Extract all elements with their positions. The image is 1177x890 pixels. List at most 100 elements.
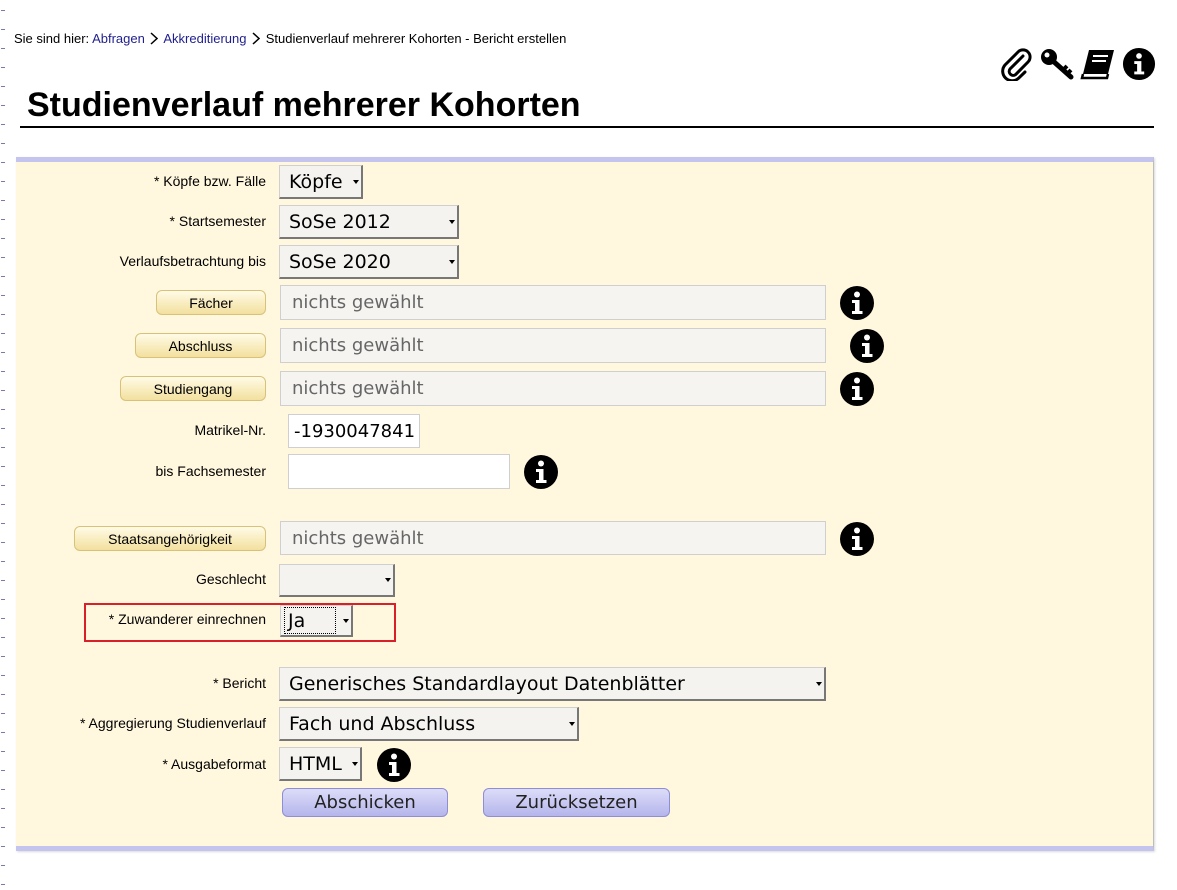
edge-dash <box>1 827 5 828</box>
zuwanderer-value: Ja <box>288 609 306 632</box>
breadcrumb-prefix: Sie sind hier: <box>14 31 90 46</box>
staatsangehoerigkeit-button[interactable]: Staatsangehörigkeit <box>74 526 266 551</box>
faecher-button[interactable]: Fächer <box>156 290 266 315</box>
edge-dash <box>1 580 5 581</box>
edge-dash <box>1 485 5 486</box>
page-title: Studienverlauf mehrerer Kohorten <box>27 86 581 124</box>
edge-dash <box>1 276 5 277</box>
edge-dash <box>1 238 5 239</box>
left-edge-markers <box>0 0 6 890</box>
bericht-value: Generisches Standardlayout Datenblätter <box>289 672 685 695</box>
edge-dash <box>1 314 5 315</box>
aggregierung-value: Fach und Abschluss <box>289 712 476 735</box>
bericht-select[interactable]: Generisches Standardlayout Datenblätter <box>279 667 826 701</box>
verlauf-bis-value: SoSe 2020 <box>289 250 391 273</box>
edge-dash <box>1 371 5 372</box>
edge-dash <box>1 504 5 505</box>
staatsangehoerigkeit-field[interactable]: nichts gewählt <box>280 521 826 555</box>
edge-dash <box>1 846 5 847</box>
ausgabeformat-select[interactable]: HTML <box>279 747 362 781</box>
info-icon[interactable] <box>523 454 559 490</box>
edge-dash <box>1 219 5 220</box>
edge-dash <box>1 181 5 182</box>
edge-dash <box>1 618 5 619</box>
koepfe-select[interactable]: Köpfe <box>279 165 363 199</box>
dropdown-arrow-icon <box>816 681 822 686</box>
zuwanderer-select[interactable]: Ja <box>280 605 353 637</box>
dropdown-arrow-icon <box>353 179 359 184</box>
startsemester-value: SoSe 2012 <box>289 210 391 233</box>
edge-dash <box>1 561 5 562</box>
bis-fachsemester-input[interactable] <box>288 454 510 489</box>
matrikel-label: Matrikel-Nr. <box>194 422 266 438</box>
breadcrumb: Sie sind hier: Abfragen Akkreditierung S… <box>14 31 566 46</box>
info-icon[interactable] <box>839 285 875 321</box>
edge-dash <box>1 105 5 106</box>
abschluss-field[interactable]: nichts gewählt <box>280 328 826 363</box>
breadcrumb-link-abfragen[interactable]: Abfragen <box>92 31 145 46</box>
edge-dash <box>1 447 5 448</box>
edge-dash <box>1 295 5 296</box>
edge-dash <box>1 789 5 790</box>
edge-dash <box>1 713 5 714</box>
edge-dash <box>1 732 5 733</box>
edge-dash <box>1 599 5 600</box>
startsemester-select[interactable]: SoSe 2012 <box>279 205 459 239</box>
ausgabeformat-label: * Ausgabeformat <box>162 756 266 772</box>
dropdown-arrow-icon <box>352 761 358 766</box>
info-icon[interactable] <box>849 328 885 364</box>
edge-dash <box>1 200 5 201</box>
edge-dash <box>1 428 5 429</box>
key-icon[interactable] <box>1039 46 1075 82</box>
verlauf-bis-label: Verlaufsbetrachtung bis <box>119 253 266 269</box>
edge-dash <box>1 48 5 49</box>
startsemester-label: * Startsemester <box>169 213 266 229</box>
abschluss-button[interactable]: Abschluss <box>135 333 266 358</box>
edge-dash <box>1 124 5 125</box>
edge-dash <box>1 694 5 695</box>
info-icon[interactable] <box>839 371 875 407</box>
faecher-field[interactable]: nichts gewählt <box>280 285 826 320</box>
info-icon[interactable] <box>376 747 412 783</box>
geschlecht-label: Geschlecht <box>195 571 266 587</box>
paperclip-icon[interactable] <box>998 46 1034 82</box>
toolbar <box>998 46 1157 82</box>
edge-dash <box>1 390 5 391</box>
edge-dash <box>1 409 5 410</box>
edge-dash <box>1 884 5 885</box>
info-icon[interactable] <box>1121 46 1157 82</box>
submit-button[interactable]: Abschicken <box>282 788 448 817</box>
edge-dash <box>1 751 5 752</box>
edge-dash <box>1 333 5 334</box>
edge-dash <box>1 542 5 543</box>
edge-dash <box>1 29 5 30</box>
bis-fachsemester-label: bis Fachsemester <box>155 463 266 479</box>
chevron-right-icon <box>250 31 262 46</box>
edge-dash <box>1 865 5 866</box>
studiengang-field[interactable]: nichts gewählt <box>280 371 826 406</box>
edge-dash <box>1 257 5 258</box>
matrikel-input[interactable]: -1930047841 <box>288 414 420 448</box>
edge-dash <box>1 352 5 353</box>
book-icon[interactable] <box>1080 46 1116 82</box>
aggregierung-select[interactable]: Fach und Abschluss <box>279 707 579 741</box>
edge-dash <box>1 656 5 657</box>
edge-dash <box>1 675 5 676</box>
zuwanderer-label: * Zuwanderer einrechnen <box>108 611 266 627</box>
koepfe-label: * Köpfe bzw. Fälle <box>153 173 266 189</box>
edge-dash <box>1 10 5 11</box>
edge-dash <box>1 770 5 771</box>
studiengang-button[interactable]: Studiengang <box>120 376 266 401</box>
dropdown-arrow-icon <box>449 259 455 264</box>
geschlecht-select[interactable] <box>279 564 395 597</box>
edge-dash <box>1 143 5 144</box>
reset-button[interactable]: Zurücksetzen <box>483 788 670 817</box>
info-icon[interactable] <box>839 521 875 557</box>
edge-dash <box>1 808 5 809</box>
edge-dash <box>1 86 5 87</box>
dropdown-arrow-icon <box>569 721 575 726</box>
verlauf-bis-select[interactable]: SoSe 2020 <box>279 245 459 279</box>
breadcrumb-link-akkreditierung[interactable]: Akkreditierung <box>163 31 246 46</box>
bericht-label: * Bericht <box>213 675 266 691</box>
edge-dash <box>1 466 5 467</box>
